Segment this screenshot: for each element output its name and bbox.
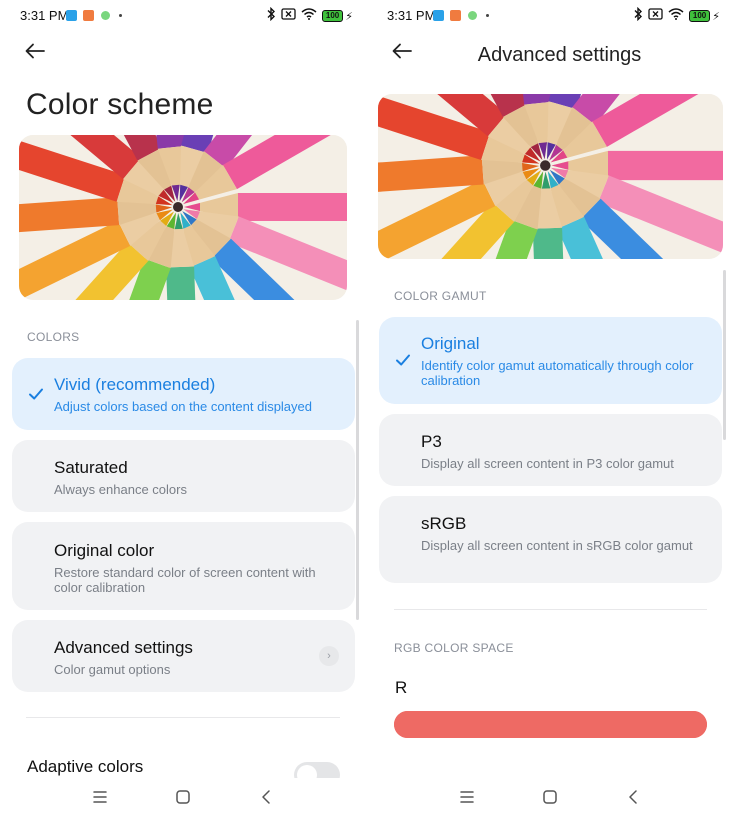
option-title: Original color	[54, 541, 155, 560]
home-button[interactable]	[539, 786, 561, 808]
option-title: Advanced settings	[54, 638, 193, 657]
option-original-color[interactable]: Original color Restore standard color of…	[12, 522, 355, 610]
option-subtitle: Color gamut options	[54, 662, 171, 677]
check-icon	[396, 354, 410, 366]
option-subtitle: Display all screen content in P3 color g…	[421, 456, 674, 471]
scrollbar[interactable]	[723, 270, 726, 440]
nav-back-button[interactable]	[622, 786, 644, 808]
notification-app-icon	[450, 10, 461, 21]
option-subtitle: Restore standard color of screen content…	[54, 565, 316, 595]
wifi-icon	[301, 8, 317, 24]
back-button[interactable]	[24, 40, 50, 66]
g-channel-label-partial	[395, 770, 405, 776]
charging-icon: ⚡	[712, 10, 720, 23]
back-icon	[629, 790, 637, 804]
scrollbar[interactable]	[356, 320, 359, 620]
status-time: 3:31 PM	[20, 8, 69, 23]
more-notifications-icon	[119, 14, 122, 17]
color-scheme-screen: 3:31 PM 100 ⚡ Color scheme COLORS Vivid …	[0, 0, 367, 816]
section-label-colors: COLORS	[27, 330, 80, 344]
page-title: Advanced settings	[477, 44, 642, 66]
divider	[394, 609, 707, 610]
status-bar: 3:31 PM 100 ⚡	[367, 6, 734, 26]
section-label-rgb-color-space: RGB COLOR SPACE	[394, 641, 514, 655]
more-notifications-icon	[486, 14, 489, 17]
advanced-settings-screen: 3:31 PM 100 ⚡ Advanced settings COLOR GA…	[367, 0, 734, 816]
bluetooth-icon	[633, 6, 643, 25]
notification-app-icon	[83, 10, 94, 21]
option-subtitle: Always enhance colors	[54, 482, 187, 497]
adaptive-colors-label: Adaptive colors	[27, 757, 144, 776]
option-subtitle: Adjust colors based on the content displ…	[54, 399, 313, 414]
arrow-left-icon	[25, 43, 45, 59]
option-subtitle: Display all screen content in sRGB color…	[421, 538, 693, 553]
page-title: Color scheme	[26, 88, 214, 121]
navigation-bar	[367, 778, 734, 816]
system-icons: 100 ⚡	[633, 6, 720, 25]
preview-image	[19, 135, 347, 300]
sim-off-icon	[648, 8, 663, 24]
back-icon	[262, 790, 270, 804]
r-channel-label: R	[395, 678, 408, 697]
gamut-option-srgb[interactable]: sRGB Display all screen content in sRGB …	[379, 496, 722, 583]
option-subtitle: Identify color gamut automatically throu…	[421, 358, 694, 388]
notification-app-icon	[433, 10, 444, 21]
navigation-bar	[0, 778, 367, 816]
option-title: P3	[421, 432, 442, 451]
wifi-icon	[668, 8, 684, 24]
battery-indicator: 100	[321, 10, 344, 22]
menu-icon	[460, 791, 474, 803]
notification-dot-icon	[101, 11, 110, 20]
gamut-option-p3[interactable]: P3 Display all screen content in P3 colo…	[379, 414, 722, 486]
advanced-settings-row[interactable]: Advanced settings Color gamut options ›	[12, 620, 355, 692]
check-icon	[29, 388, 43, 400]
home-button[interactable]	[172, 786, 194, 808]
chevron-right-icon: ›	[319, 646, 339, 666]
status-time: 3:31 PM	[387, 8, 436, 23]
option-title: Vivid (recommended)	[54, 375, 216, 394]
battery-indicator: 100	[688, 10, 711, 22]
sim-off-icon	[281, 8, 296, 24]
section-label-color-gamut: COLOR GAMUT	[394, 289, 487, 303]
nav-back-button[interactable]	[255, 786, 277, 808]
divider	[26, 717, 340, 718]
r-channel-slider-fill	[394, 711, 707, 738]
option-vivid[interactable]: Vivid (recommended) Adjust colors based …	[12, 358, 355, 430]
option-title: sRGB	[421, 514, 467, 533]
option-saturated[interactable]: Saturated Always enhance colors	[12, 440, 355, 512]
r-channel-slider[interactable]	[394, 711, 707, 738]
status-bar: 3:31 PM 100 ⚡	[0, 6, 367, 26]
recents-button[interactable]	[89, 786, 111, 808]
home-icon	[176, 790, 190, 804]
charging-icon: ⚡	[345, 10, 353, 23]
notification-app-icon	[66, 10, 77, 21]
recents-button[interactable]	[456, 786, 478, 808]
preview-image	[378, 94, 723, 259]
bluetooth-icon	[266, 6, 276, 25]
notification-dot-icon	[468, 11, 477, 20]
menu-icon	[93, 791, 107, 803]
option-title: Saturated	[54, 458, 128, 477]
system-icons: 100 ⚡	[266, 6, 353, 25]
option-title: Original	[421, 334, 480, 353]
home-icon	[543, 790, 557, 804]
gamut-option-original[interactable]: Original Identify color gamut automatica…	[379, 317, 722, 404]
